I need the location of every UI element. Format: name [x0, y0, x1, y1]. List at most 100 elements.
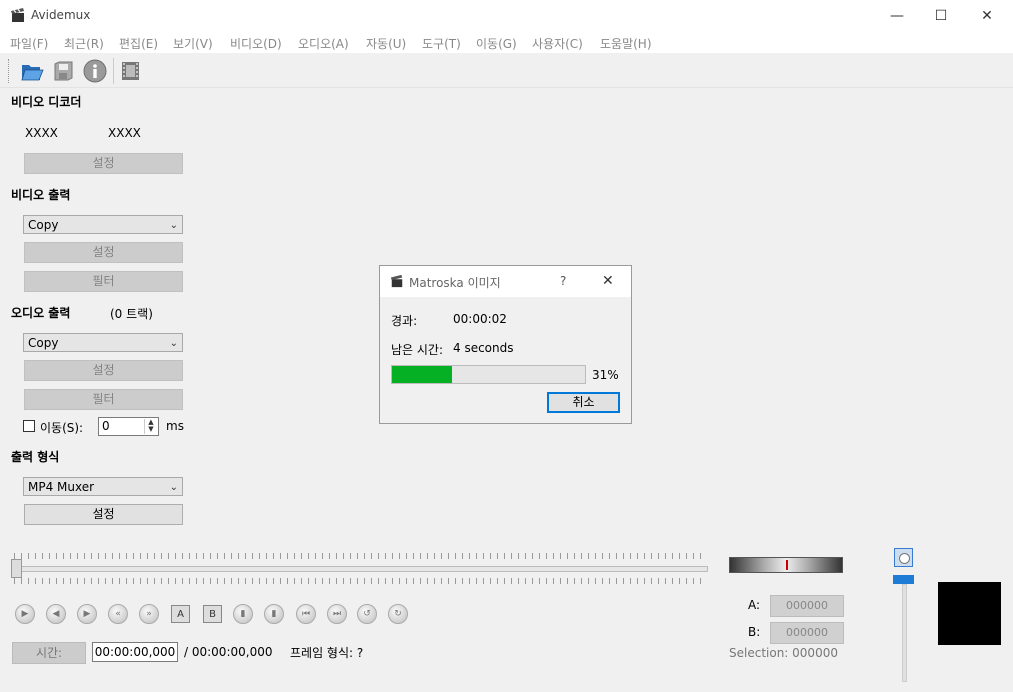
film-icon[interactable] — [120, 59, 142, 83]
cancel-button[interactable]: 취소 — [547, 392, 620, 413]
dialog-title: Matroska 이미지 — [409, 276, 501, 290]
menu-file[interactable]: 파일(F) — [10, 35, 48, 52]
audio-shift-checkbox[interactable] — [23, 420, 35, 432]
video-decoder-name: XXXX — [25, 126, 58, 140]
marker-a-field: 000000 — [770, 595, 844, 617]
marker-b-field: 000000 — [770, 622, 844, 644]
jog-indicator — [786, 560, 788, 570]
next-keyframe-icon[interactable]: » — [139, 604, 159, 624]
selection-label: Selection: 000000 — [729, 646, 838, 660]
video-filters-button[interactable]: 필터 — [24, 271, 183, 292]
audio-shift-spinbox[interactable]: 0 ▲ ▼ — [98, 417, 159, 436]
elapsed-value: 00:00:02 — [453, 312, 507, 326]
audio-shift-label: 이동(S): — [40, 421, 84, 435]
muxer-settings-button[interactable]: 설정 — [24, 504, 183, 525]
forward-60-icon[interactable]: ↻ — [388, 604, 408, 624]
goto-marker-b-icon[interactable]: ▮ — [264, 604, 284, 624]
audio-shift-value: 0 — [102, 419, 110, 433]
toolbar-grip — [8, 59, 12, 83]
timeline-slider[interactable] — [14, 566, 708, 572]
timeline-slider-thumb[interactable] — [11, 559, 22, 578]
marker-a-label: A — [177, 608, 184, 620]
audio-shift-unit: ms — [166, 419, 184, 433]
clapperboard-icon — [11, 8, 24, 22]
remaining-value: 4 seconds — [453, 341, 514, 355]
menu-video[interactable]: 비디오(D) — [230, 35, 282, 52]
menu-audio[interactable]: 오디오(A) — [298, 35, 349, 52]
spin-arrows-icon[interactable]: ▲ ▼ — [144, 419, 157, 434]
set-marker-a-button[interactable]: A — [171, 605, 190, 623]
clapperboard-icon — [390, 274, 403, 288]
toolbar-separator — [113, 58, 114, 84]
video-decoder-title: 비디오 디코더 — [11, 95, 82, 109]
chevron-down-icon: ⌄ — [169, 482, 178, 493]
output-format-title: 출력 형식 — [11, 450, 60, 464]
toolbar — [0, 53, 1013, 88]
speaker-knob — [899, 553, 910, 564]
progress-fill — [392, 366, 452, 383]
audio-filters-button[interactable]: 필터 — [24, 389, 183, 410]
audio-codec-select[interactable]: Copy ⌄ — [23, 333, 183, 352]
goto-end-icon[interactable]: ⏭ — [327, 604, 347, 624]
goto-marker-a-icon[interactable]: ▮ — [233, 604, 253, 624]
muxer-value: MP4 Muxer — [28, 480, 95, 494]
video-output-title: 비디오 출력 — [11, 188, 71, 202]
speaker-icon[interactable] — [894, 548, 913, 567]
audio-output-title: 오디오 출력 — [11, 306, 71, 320]
menu-view[interactable]: 보기(V) — [173, 35, 213, 52]
timeline-ticks-top — [14, 553, 706, 559]
goto-start-icon[interactable]: ⏮ — [296, 604, 316, 624]
marker-b-caption: B: — [748, 625, 761, 639]
previous-frame-icon[interactable]: ◀ — [46, 604, 66, 624]
maximize-button[interactable]: ☐ — [918, 0, 964, 31]
window-title: Avidemux — [31, 8, 91, 22]
muxer-select[interactable]: MP4 Muxer ⌄ — [23, 477, 183, 496]
menu-recent[interactable]: 최근(R) — [64, 35, 104, 52]
elapsed-label: 경과: — [391, 314, 418, 328]
video-codec-value: Copy — [28, 218, 59, 232]
menu-help[interactable]: 도움말(H) — [600, 35, 652, 52]
timeline-ticks-bottom — [14, 578, 706, 584]
open-folder-icon[interactable] — [20, 59, 45, 83]
progress-bar — [391, 365, 586, 384]
audio-settings-button[interactable]: 설정 — [24, 360, 183, 381]
menu-go[interactable]: 이동(G) — [476, 35, 517, 52]
progress-percent: 31% — [592, 368, 619, 382]
total-time: / 00:00:00,000 — [184, 645, 273, 659]
current-time-field[interactable]: 00:00:00,000 — [92, 642, 178, 662]
audio-track-count: (0 트랙) — [110, 307, 153, 321]
next-frame-icon[interactable]: ▶ — [77, 604, 97, 624]
video-codec-select[interactable]: Copy ⌄ — [23, 215, 183, 234]
progress-dialog: Matroska 이미지 ? ✕ 경과: 00:00:02 남은 시간: 4 s… — [379, 265, 632, 424]
play-icon[interactable]: ▶ — [15, 604, 35, 624]
marker-a-caption: A: — [748, 598, 761, 612]
dialog-help-button[interactable]: ? — [560, 274, 566, 288]
video-settings-button[interactable]: 설정 — [24, 242, 183, 263]
audio-codec-value: Copy — [28, 336, 59, 350]
video-preview — [938, 582, 1001, 645]
minimize-button[interactable]: — — [874, 0, 920, 31]
frame-type-label: 프레임 형식: ? — [290, 646, 364, 660]
menu-custom[interactable]: 사용자(C) — [532, 35, 583, 52]
volume-thumb[interactable] — [893, 575, 914, 584]
video-decoder-name-2: XXXX — [108, 126, 141, 140]
jog-shuttle[interactable] — [729, 557, 843, 573]
back-60-icon[interactable]: ↺ — [357, 604, 377, 624]
marker-b-label: B — [209, 608, 216, 620]
volume-track[interactable] — [902, 584, 907, 682]
info-icon[interactable] — [83, 59, 107, 83]
close-button[interactable]: ✕ — [964, 0, 1010, 31]
title-bar — [0, 0, 1013, 31]
chevron-down-icon: ⌄ — [169, 220, 178, 231]
previous-keyframe-icon[interactable]: « — [108, 604, 128, 624]
menu-auto[interactable]: 자동(U) — [366, 35, 406, 52]
remaining-label: 남은 시간: — [391, 343, 444, 357]
chevron-down-icon: ⌄ — [169, 338, 178, 349]
dialog-close-button[interactable]: ✕ — [602, 273, 614, 289]
menu-edit[interactable]: 편집(E) — [119, 35, 158, 52]
video-decoder-settings-button[interactable]: 설정 — [24, 153, 183, 174]
time-button[interactable]: 시간: — [12, 642, 86, 664]
save-disk-icon[interactable] — [52, 59, 76, 83]
menu-tools[interactable]: 도구(T) — [422, 35, 461, 52]
set-marker-b-button[interactable]: B — [203, 605, 222, 623]
